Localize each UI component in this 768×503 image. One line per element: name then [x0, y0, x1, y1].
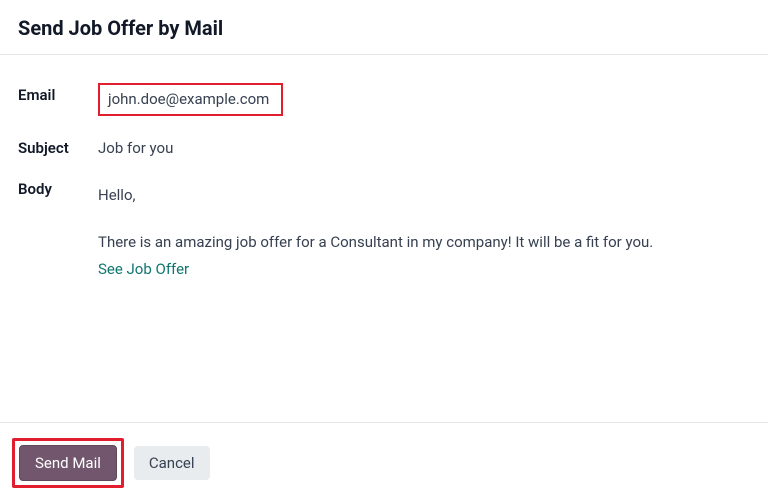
email-row: Email john.doe@example.com [18, 83, 750, 116]
cancel-button[interactable]: Cancel [134, 446, 210, 480]
subject-label: Subject [18, 136, 98, 157]
body-greeting: Hello, [98, 183, 740, 208]
body-row: Body Hello, There is an amazing job offe… [18, 177, 750, 281]
dialog-header: Send Job Offer by Mail [0, 0, 768, 54]
email-label: Email [18, 83, 98, 104]
body-text: There is an amazing job offer for a Cons… [98, 230, 740, 255]
form-area: Email john.doe@example.com Subject Job f… [0, 55, 768, 321]
send-mail-highlight-box: Send Mail [12, 438, 124, 488]
email-highlight-box: john.doe@example.com [98, 83, 283, 116]
see-job-offer-link[interactable]: See Job Offer [98, 257, 189, 282]
dialog-title: Send Job Offer by Mail [18, 16, 750, 40]
email-field[interactable]: john.doe@example.com [98, 83, 283, 116]
body-field[interactable]: Hello, There is an amazing job offer for… [98, 177, 750, 281]
send-mail-button[interactable]: Send Mail [19, 445, 117, 481]
subject-field[interactable]: Job for you [98, 136, 750, 157]
dialog-footer: Send Mail Cancel [0, 422, 768, 503]
body-label: Body [18, 177, 98, 198]
subject-row: Subject Job for you [18, 136, 750, 157]
